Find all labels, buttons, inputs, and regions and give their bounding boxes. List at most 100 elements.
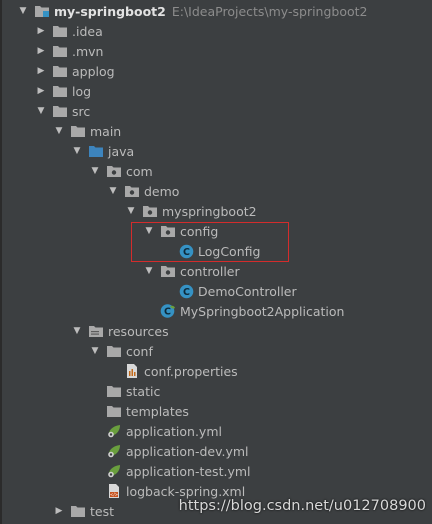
svg-text:</>: </> [110, 492, 118, 497]
arrow-spacer [90, 421, 100, 441]
expanded-arrow-icon[interactable]: ▼ [90, 341, 100, 361]
tree-row-resources[interactable]: ▼ resources [0, 321, 432, 341]
tree-row-my-springboot2[interactable]: ▼ my-springboot2 E:\IdeaProjects\my-spring… [0, 1, 432, 21]
collapsed-arrow-icon[interactable]: ▶ [36, 81, 46, 101]
expanded-arrow-icon[interactable]: ▼ [72, 141, 82, 161]
tree-item-label: java [108, 143, 135, 159]
tree-item-label: my-springboot2 [54, 3, 166, 19]
tree-row-static[interactable]: static [0, 381, 432, 401]
folder-icon [52, 43, 68, 59]
properties-file-icon [124, 363, 140, 379]
arrow-spacer [108, 361, 118, 381]
tree-row-democontroller[interactable]: C DemoController [0, 281, 432, 301]
svg-text:C: C [164, 307, 171, 318]
tree-row-demo[interactable]: ▼ demo [0, 181, 432, 201]
tree-item-label: .mvn [72, 43, 104, 59]
tree-row-controller[interactable]: ▼ controller [0, 261, 432, 281]
expanded-arrow-icon[interactable]: ▼ [108, 181, 118, 201]
tree-item-label: application.yml [126, 423, 222, 439]
tree-item-label: demo [144, 183, 180, 199]
tree-row-com[interactable]: ▼ com [0, 161, 432, 181]
tree-item-label: myspringboot2 [162, 203, 257, 219]
tree-row-conf[interactable]: ▼ conf [0, 341, 432, 361]
tree-item-label: MySpringboot2Application [180, 303, 345, 319]
svg-text:C: C [183, 287, 190, 298]
tree-row-application-dev-yml[interactable]: application-dev.yml [0, 441, 432, 461]
tree-item-label: applog [72, 63, 115, 79]
arrow-spacer [90, 381, 100, 401]
expanded-arrow-icon[interactable]: ▼ [144, 261, 154, 281]
tree-item-label: logback-spring.xml [126, 483, 246, 499]
collapsed-arrow-icon[interactable]: ▶ [36, 41, 46, 61]
tree-row-idea[interactable]: ▶ .idea [0, 21, 432, 41]
source-folder-icon [88, 143, 104, 159]
tree-item-label: DemoController [198, 283, 297, 299]
collapsed-arrow-icon[interactable]: ▶ [36, 61, 46, 81]
tree-item-label: controller [180, 263, 240, 279]
tree-item-label: src [72, 103, 91, 119]
tree-row-config[interactable]: ▼ config [0, 221, 432, 241]
expanded-arrow-icon[interactable]: ▼ [90, 161, 100, 181]
folder-icon [70, 503, 86, 519]
expanded-arrow-icon[interactable]: ▼ [36, 101, 46, 121]
tree-item-label: application-dev.yml [126, 443, 249, 459]
tree-item-label: static [126, 383, 161, 399]
package-icon [160, 223, 176, 239]
tree-row-templates[interactable]: templates [0, 401, 432, 421]
expanded-arrow-icon[interactable]: ▼ [144, 221, 154, 241]
tree-row-conf-properties[interactable]: conf.properties [0, 361, 432, 381]
folder-icon [106, 343, 122, 359]
expanded-arrow-icon[interactable]: ▼ [72, 321, 82, 341]
tree-row-src[interactable]: ▼ src [0, 101, 432, 121]
tree-row-java[interactable]: ▼ java [0, 141, 432, 161]
tree-item-label: config [180, 223, 219, 239]
tree-row-log[interactable]: ▶ log [0, 81, 432, 101]
arrow-spacer [90, 481, 100, 501]
tree-row-main[interactable]: ▼ main [0, 121, 432, 141]
folder-icon [52, 83, 68, 99]
folder-icon [70, 123, 86, 139]
arrow-spacer [162, 281, 172, 301]
project-path: E:\IdeaProjects\my-springboot2 [171, 3, 368, 19]
expanded-arrow-icon[interactable]: ▼ [18, 1, 28, 21]
folder-icon [52, 63, 68, 79]
project-tree[interactable]: ▼ my-springboot2 E:\IdeaProjects\my-spring… [0, 0, 432, 524]
folder-icon [106, 403, 122, 419]
resources-folder-icon [88, 323, 104, 339]
tree-item-label: test [90, 503, 115, 519]
tree-row-myspringboot2[interactable]: ▼ myspringboot2 [0, 201, 432, 221]
tree-row-applog[interactable]: ▶ applog [0, 61, 432, 81]
spring-yml-icon [106, 463, 122, 479]
tree-row-myspringboot2application[interactable]: C MySpringboot2Application [0, 301, 432, 321]
arrow-spacer [144, 301, 154, 321]
tree-row-application-yml[interactable]: application.yml [0, 421, 432, 441]
tree-item-label: conf [126, 343, 153, 359]
expanded-arrow-icon[interactable]: ▼ [126, 201, 136, 221]
tree-row-logconfig[interactable]: C LogConfig [0, 241, 432, 261]
module-folder-icon [34, 3, 50, 19]
arrow-spacer [90, 461, 100, 481]
tree-item-label: com [126, 163, 153, 179]
tree-row-mvn[interactable]: ▶ .mvn [0, 41, 432, 61]
package-icon [160, 263, 176, 279]
tree-item-label: log [72, 83, 92, 99]
folder-icon [52, 23, 68, 39]
tree-item-label: LogConfig [198, 243, 261, 259]
package-icon [106, 163, 122, 179]
spring-class-icon: C [160, 303, 176, 319]
expanded-arrow-icon[interactable]: ▼ [54, 121, 64, 141]
arrow-spacer [90, 441, 100, 461]
xml-file-icon: </> [106, 483, 122, 499]
collapsed-arrow-icon[interactable]: ▶ [54, 501, 64, 521]
class-icon: C [178, 283, 194, 299]
collapsed-arrow-icon[interactable]: ▶ [36, 21, 46, 41]
class-icon: C [178, 243, 194, 259]
arrow-spacer [162, 241, 172, 261]
tree-item-label: application-test.yml [126, 463, 251, 479]
spring-yml-icon [106, 423, 122, 439]
tree-row-application-test-yml[interactable]: application-test.yml [0, 461, 432, 481]
tree-item-label: main [90, 123, 122, 139]
package-icon [124, 183, 140, 199]
tree-item-label: templates [126, 403, 189, 419]
tree-item-label: .idea [72, 23, 103, 39]
